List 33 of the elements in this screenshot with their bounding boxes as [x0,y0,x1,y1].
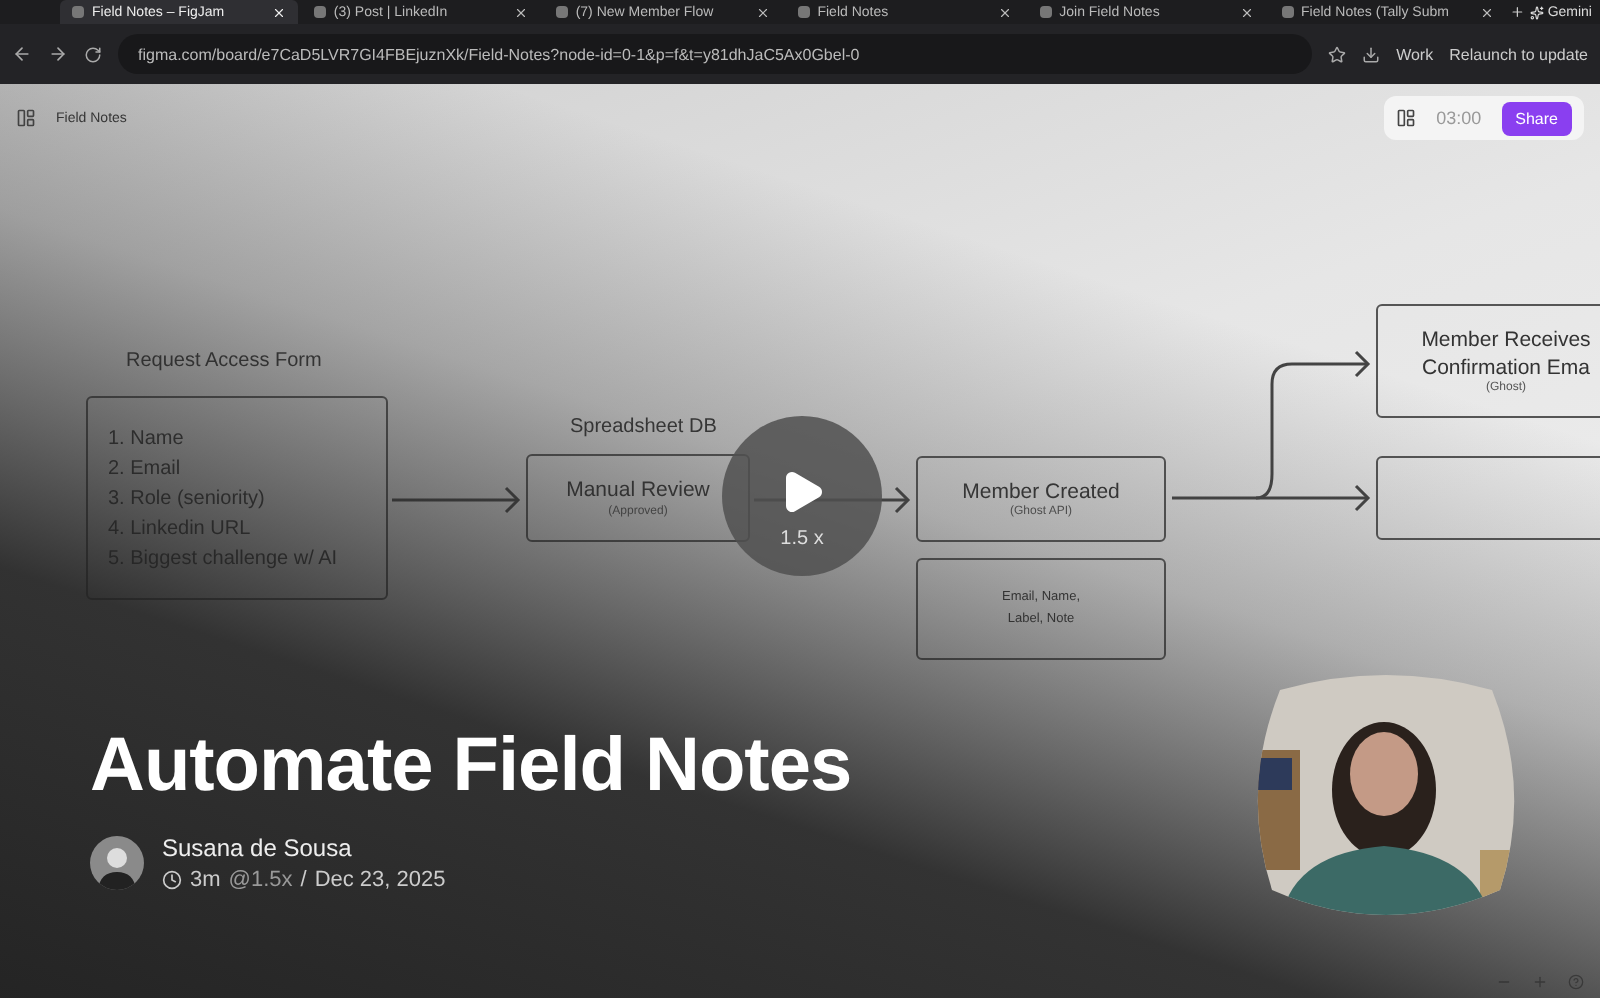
close-icon[interactable] [1239,5,1254,19]
close-icon[interactable] [755,5,770,19]
node-title: Member Receives Confirmation Ema [1421,327,1591,381]
list-item: 1. Name [108,427,184,449]
clock-icon [162,870,182,890]
relaunch-button[interactable]: Relaunch to update [1449,45,1588,63]
avatar [90,836,144,890]
node-heading: Spreadsheet DB [570,416,717,438]
reload-icon[interactable] [84,45,102,63]
profile-button[interactable]: Work [1396,45,1434,63]
close-icon[interactable] [513,5,528,19]
close-icon[interactable] [1480,5,1495,19]
sparkle-icon [1529,5,1544,19]
new-tab-icon[interactable] [1510,4,1526,20]
playback-speed: @1.5x [228,868,293,892]
play-button[interactable]: 1.5 x [722,416,882,576]
back-icon[interactable] [12,44,32,64]
duration: 3m [190,868,221,892]
bookmark-star-icon[interactable] [1328,45,1347,63]
address-field[interactable]: figma.com/board/e7CaD5LVR7GI4FBEjuznXk/Field-Notes?node-id=0-1&p=f&t=y81dhJaC5Ax0Gbel-0 [118,34,1313,74]
layout-icon[interactable] [1396,108,1417,128]
date: Dec 23, 2025 [314,868,446,892]
node-title: Member Created [962,479,1120,505]
share-button[interactable]: Share [1501,101,1572,135]
author-name: Susana de Sousa [162,834,354,862]
forward-icon[interactable] [48,44,68,64]
video-title: Automate Field Notes [90,724,852,810]
download-icon[interactable] [1362,45,1381,63]
node-title: Manual Review [566,478,710,505]
close-icon[interactable] [997,5,1012,19]
connector-arrow [392,486,521,514]
separator: / [300,868,307,892]
node-heading: Request Access Form [126,350,322,372]
